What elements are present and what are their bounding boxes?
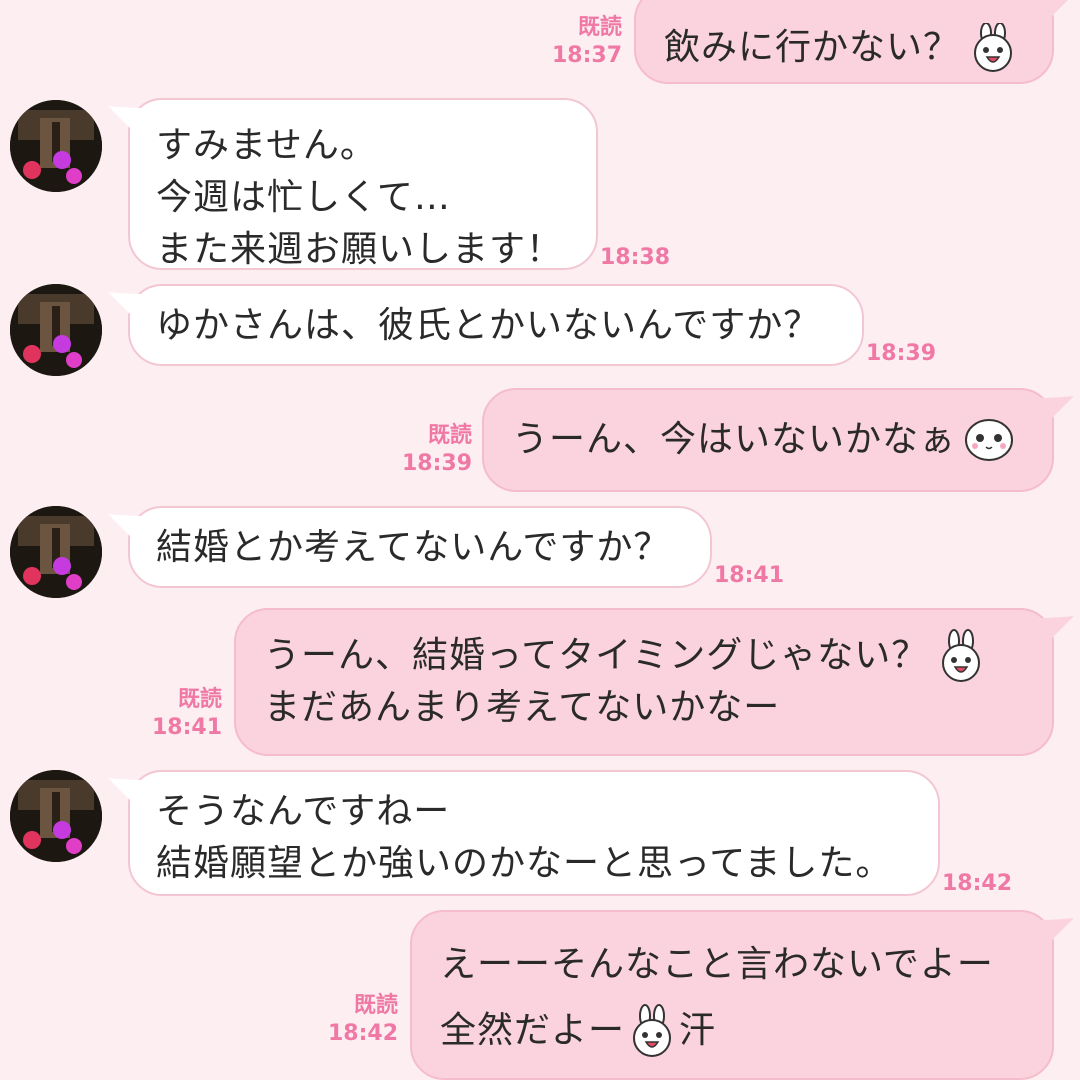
bunny-face-sticker (633, 1004, 672, 1057)
read-label: 既読 (577, 15, 622, 40)
message-text: えーーそんなこと言わないでよー (440, 944, 994, 985)
timestamp: 18:38 (600, 245, 671, 270)
message-text: まだあんまり考えてないかなー (264, 687, 781, 728)
message-text: また来週お願いします！ (156, 229, 564, 270)
avatar-photo (10, 770, 102, 862)
avatar-photo (10, 284, 102, 376)
message-text: うーん、結婚ってタイミングじゃない？ (264, 635, 929, 676)
cute-face-sticker (965, 419, 1014, 461)
bunny-face-sticker (942, 629, 981, 682)
bubble-tail (108, 106, 142, 130)
message-text: 結婚とか考えてないんですか？ (156, 527, 671, 568)
read-receipt: 既読 18:42 (316, 992, 398, 1048)
avatar-photo (10, 506, 102, 598)
timestamp: 18:41 (714, 563, 785, 588)
message-text: すみません。 (156, 125, 377, 166)
message-line: 全然だよー 汗 (440, 998, 1052, 1064)
bubble-tail (108, 778, 142, 802)
bubble-tail (1041, 0, 1068, 18)
bubble-tail (1040, 918, 1074, 942)
message-line: 飲みに行かない？ (664, 22, 1052, 74)
contact-avatar[interactable] (10, 284, 102, 376)
message-text: そうなんですねー (156, 791, 451, 832)
message-bubble-incoming[interactable]: そうなんですねー 結婚願望とか強いのかなーと思ってました。 (108, 770, 940, 896)
read-label: 既読 (427, 423, 472, 448)
read-label: 既読 (353, 993, 398, 1018)
timestamp: 18:41 (151, 715, 222, 740)
timestamp: 18:37 (551, 43, 622, 68)
message-text: 飲みに行かない？ (664, 27, 961, 68)
bubble-tail (1040, 396, 1074, 420)
timestamp: 18:42 (942, 871, 1013, 896)
timestamp: 18:42 (327, 1021, 398, 1046)
message-line: うーん、今はいないかなぁ (512, 414, 1052, 466)
bubble-tail (1040, 616, 1074, 640)
message-text: ゆかさんは、彼氏とかいないんですか？ (156, 305, 821, 346)
message-text: 今週は忙しくて… (156, 177, 451, 218)
contact-avatar[interactable] (10, 770, 102, 862)
message-bubble-incoming[interactable]: ゆかさんは、彼氏とかいないんですか？ (108, 284, 864, 366)
message-bubble-outgoing[interactable]: えーーそんなこと言わないでよー 全然だよー 汗 (410, 910, 1074, 1080)
avatar-photo (10, 100, 102, 192)
message-text: うーん、今はいないかなぁ (512, 419, 957, 460)
read-receipt: 既読 18:39 (390, 422, 472, 478)
message-text: 汗 (679, 1010, 717, 1051)
message-bubble-outgoing[interactable]: うーん、今はいないかなぁ (482, 388, 1074, 492)
message-bubble-incoming[interactable]: すみません。 今週は忙しくて… また来週お願いします！ (108, 98, 598, 270)
read-label: 既読 (177, 687, 222, 712)
message-text: 全然だよー (440, 1010, 626, 1051)
bubble-tail (108, 514, 142, 538)
contact-avatar[interactable] (10, 506, 102, 598)
bunny-face-sticker (974, 23, 1013, 72)
message-bubble-outgoing[interactable]: うーん、結婚ってタイミングじゃない？ まだあんまり考えてないかなー (234, 608, 1074, 756)
read-receipt: 既読 18:37 (540, 14, 622, 70)
read-receipt: 既読 18:41 (140, 686, 222, 742)
message-text: 結婚願望とか強いのかなーと思ってました。 (156, 843, 893, 884)
message-line: うーん、結婚ってタイミングじゃない？ (264, 629, 1052, 682)
message-bubble-outgoing[interactable]: 飲みに行かない？ (634, 0, 1068, 84)
timestamp: 18:39 (866, 341, 937, 366)
bubble-tail (108, 292, 142, 316)
contact-avatar[interactable] (10, 100, 102, 192)
message-bubble-incoming[interactable]: 結婚とか考えてないんですか？ (108, 506, 712, 588)
timestamp: 18:39 (401, 451, 472, 476)
chat-area[interactable]: 既読 18:37 飲みに行かない？ すみません。 今週は忙しくて… また来週お願… (0, 0, 1080, 1080)
